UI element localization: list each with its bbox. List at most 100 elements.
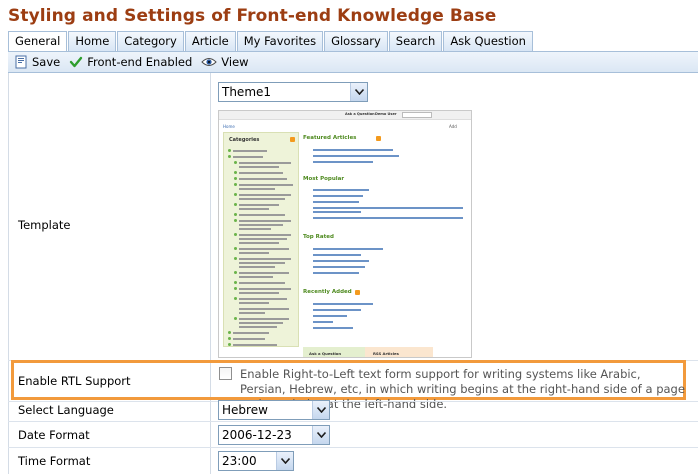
tab-category[interactable]: Category	[117, 31, 184, 51]
preview-list-line	[239, 266, 275, 268]
time-format-select[interactable]: 23:00	[218, 451, 294, 471]
preview-user-link: Demo User	[375, 112, 397, 116]
preview-recent-heading: Recently Added	[303, 289, 352, 295]
tab-search[interactable]: Search	[388, 31, 443, 51]
tab-home[interactable]: Home	[68, 31, 117, 51]
preview-list-line	[239, 228, 271, 230]
date-format-select[interactable]: 2006-12-23	[218, 425, 330, 445]
frontend-enabled-label: Front-end Enabled	[87, 55, 193, 69]
preview-list-line	[239, 272, 289, 274]
preview-list-line	[233, 150, 267, 152]
rtl-checkbox[interactable]	[219, 367, 232, 380]
preview-top-rated-heading: Top Rated	[303, 234, 334, 240]
preview-list-line	[239, 282, 285, 284]
preview-list-line	[239, 322, 283, 324]
preview-list-line	[239, 326, 277, 328]
preview-list-dot	[234, 287, 237, 290]
preview-article-link	[313, 272, 359, 274]
date-format-value: 2006-12-23	[222, 428, 292, 442]
preview-list-dot	[234, 219, 237, 222]
preview-article-link	[313, 149, 393, 151]
preview-article-link	[313, 303, 373, 305]
preview-list-dot	[234, 247, 237, 250]
preview-article-link	[313, 260, 369, 262]
frontend-enabled-button[interactable]: Front-end Enabled	[69, 55, 192, 69]
tab-article[interactable]: Article	[184, 31, 236, 51]
preview-list-line	[233, 156, 263, 158]
preview-list-line	[239, 298, 287, 300]
tab-glossary[interactable]: Glossary	[324, 31, 388, 51]
page-title: Styling and Settings of Front-end Knowle…	[8, 6, 497, 26]
save-button[interactable]: Save	[14, 55, 60, 69]
language-label: Select Language	[18, 403, 114, 417]
preview-list-dot	[234, 203, 237, 206]
preview-article-link	[313, 207, 463, 209]
language-value: Hebrew	[222, 403, 268, 417]
preview-list-dot	[234, 161, 237, 164]
preview-list-line	[239, 194, 291, 196]
view-button[interactable]: View	[201, 55, 249, 69]
preview-list-dot	[234, 271, 237, 274]
tab-ask-question[interactable]: Ask Question	[443, 31, 533, 51]
form-left-border	[8, 73, 9, 474]
template-label: Template	[18, 218, 71, 232]
chevron-down-icon	[350, 83, 367, 101]
preview-list-dot	[234, 317, 237, 320]
date-format-label: Date Format	[18, 428, 90, 442]
preview-list-line	[239, 276, 273, 278]
preview-popular-heading: Most Popular	[303, 176, 345, 182]
template-select[interactable]: Theme1	[218, 82, 368, 102]
preview-list-dot	[234, 177, 237, 180]
preview-list-line	[239, 262, 285, 264]
preview-list-line	[239, 252, 269, 254]
toolbar: Save Front-end Enabled View	[8, 51, 698, 73]
preview-list-line	[239, 172, 283, 174]
preview-list-line	[239, 318, 289, 320]
chevron-down-icon	[312, 401, 329, 419]
preview-list-line	[233, 332, 269, 334]
save-icon	[15, 55, 27, 69]
preview-list-line	[239, 188, 275, 190]
preview-list-line	[239, 238, 287, 240]
preview-list-dot	[228, 149, 231, 152]
preview-list-line	[239, 312, 265, 314]
preview-list-dot	[234, 257, 237, 260]
preview-article-link	[313, 155, 399, 157]
preview-article-link	[313, 266, 365, 268]
preview-list-line	[239, 184, 293, 186]
preview-article-link	[313, 211, 361, 213]
preview-list-line	[233, 338, 265, 340]
preview-rss-icon	[355, 290, 360, 295]
preview-list-dot	[228, 331, 231, 334]
preview-list-line	[239, 242, 279, 244]
preview-ask-text: Ask a Question	[309, 351, 342, 356]
save-label: Save	[32, 55, 61, 69]
time-format-value: 23:00	[222, 454, 257, 468]
preview-ask-link: Ask a Question	[345, 112, 375, 116]
row-divider	[8, 401, 698, 402]
language-select[interactable]: Hebrew	[218, 400, 330, 420]
preview-article-link	[313, 309, 361, 311]
eye-icon	[201, 58, 217, 66]
preview-list-line	[239, 292, 279, 294]
preview-list-line	[239, 258, 291, 260]
preview-list-line	[239, 166, 279, 168]
preview-article-link	[313, 161, 373, 163]
preview-list-line	[239, 234, 291, 236]
preview-ask-box: Ask a Question	[303, 347, 373, 357]
preview-article-link	[313, 321, 333, 323]
tab-bar: General Home Category Article My Favorit…	[8, 31, 534, 52]
preview-article-link	[313, 254, 361, 256]
tab-my-favorites[interactable]: My Favorites	[236, 31, 324, 51]
view-label: View	[221, 55, 249, 69]
tab-general[interactable]: General	[8, 31, 68, 52]
template-value: Theme1	[222, 85, 272, 99]
preview-list-line	[239, 288, 291, 290]
row-divider	[8, 421, 698, 422]
preview-list-dot	[234, 213, 237, 216]
preview-add-link: Add	[449, 124, 457, 129]
preview-list-dot	[228, 343, 231, 346]
preview-list-line	[239, 214, 285, 216]
preview-list-dot	[234, 193, 237, 196]
chevron-down-icon	[312, 426, 329, 444]
